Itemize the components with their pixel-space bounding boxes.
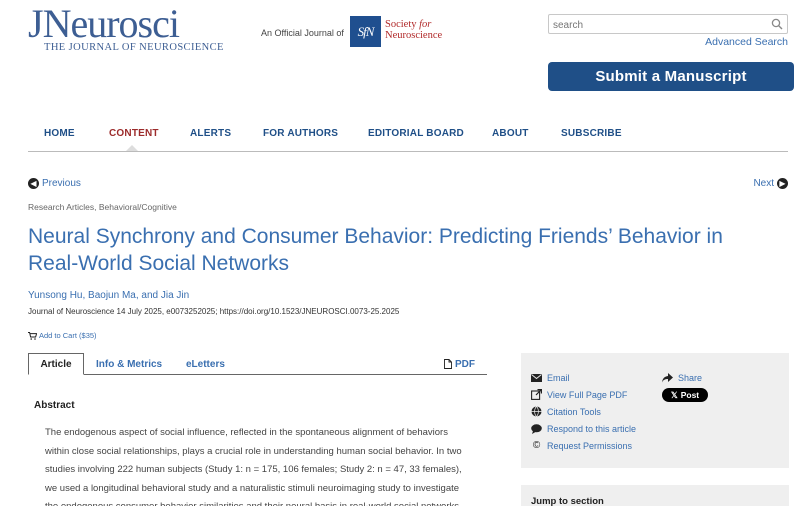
- nav-alerts[interactable]: ALERTS: [190, 128, 231, 139]
- share-link[interactable]: Share: [662, 372, 702, 383]
- jump-to-section-panel: Jump to section: [521, 485, 789, 506]
- society-word: Society: [385, 19, 417, 30]
- citation-tools-label: Citation Tools: [547, 406, 601, 417]
- abstract-line: studies involving 222 human subjects (St…: [45, 464, 462, 475]
- tab-article[interactable]: Article: [28, 353, 84, 375]
- request-permissions-link[interactable]: © Request Permissions: [531, 440, 632, 451]
- arrow-right-icon: ▶: [777, 178, 788, 189]
- tab-info-metrics[interactable]: Info & Metrics: [96, 353, 162, 375]
- abstract-line: within close social relationships, plays…: [45, 445, 462, 457]
- submit-manuscript-button[interactable]: Submit a Manuscript: [548, 62, 794, 91]
- x-post-button[interactable]: 𝕏 Post: [662, 388, 708, 402]
- advanced-search-link[interactable]: Advanced Search: [705, 36, 788, 48]
- tab-eletters[interactable]: eLetters: [186, 353, 225, 375]
- article-authors[interactable]: Yunsong Hu, Baojun Ma, and Jia Jin: [28, 290, 189, 301]
- previous-article-link[interactable]: ◀ Previous: [28, 178, 81, 189]
- society-neuroscience: Neuroscience: [385, 30, 443, 41]
- society-name[interactable]: Society for Neuroscience: [385, 19, 442, 41]
- article-citation: Journal of Neuroscience 14 July 2025, e0…: [28, 307, 400, 316]
- share-label: Share: [678, 372, 703, 383]
- pdf-document-icon: [444, 359, 452, 369]
- external-link-icon: [531, 389, 542, 400]
- cart-icon: [28, 331, 37, 340]
- nav-content[interactable]: CONTENT: [109, 128, 159, 139]
- nav-home[interactable]: HOME: [44, 128, 75, 139]
- active-nav-caret-icon: [126, 145, 138, 151]
- share-arrow-icon: [662, 372, 673, 383]
- next-article-link[interactable]: Next ▶: [753, 178, 788, 189]
- logo-subtitle: THE JOURNAL OF NEUROSCIENCE: [44, 42, 224, 53]
- logo-wordmark: JNeurosci: [28, 1, 180, 46]
- globe-icon: [531, 406, 542, 417]
- x-logo-icon: 𝕏: [670, 389, 678, 400]
- arrow-left-icon: ◀: [28, 178, 39, 189]
- jump-to-section-heading: Jump to section: [531, 496, 604, 506]
- abstract-line: the endogenous consumer behavior similar…: [45, 498, 477, 506]
- abstract-line: we used a longitudinal behavioral study …: [45, 482, 460, 494]
- journal-logo[interactable]: JNeurosci THE JOURNAL OF NEUROSCIENCE: [28, 1, 224, 54]
- search-input[interactable]: [549, 16, 767, 35]
- nav-for-authors[interactable]: FOR AUTHORS: [263, 128, 338, 139]
- main-nav: HOME CONTENT ALERTS FOR AUTHORS EDITORIA…: [28, 128, 788, 152]
- abstract-line: The endogenous aspect of social influenc…: [45, 427, 448, 438]
- citation-tools-link[interactable]: Citation Tools: [531, 406, 601, 417]
- sfn-logo-icon[interactable]: SfN: [350, 16, 381, 47]
- email-link[interactable]: Email: [531, 372, 570, 383]
- article-tabs: Article Info & Metrics eLetters PDF: [28, 353, 487, 375]
- tab-pdf[interactable]: PDF: [444, 353, 475, 375]
- permissions-label: Request Permissions: [547, 440, 633, 451]
- nav-subscribe[interactable]: SUBSCRIBE: [561, 128, 622, 139]
- next-label: Next: [753, 178, 774, 189]
- view-pdf-label: View Full Page PDF: [547, 389, 628, 400]
- speech-bubble-icon: [531, 423, 542, 434]
- cart-label: Add to Cart ($35): [39, 331, 97, 340]
- breadcrumb: Research Articles, Behavioral/Cognitive: [28, 202, 177, 212]
- abstract-heading: Abstract: [34, 400, 75, 411]
- nav-editorial-board[interactable]: EDITORIAL BOARD: [368, 128, 464, 139]
- copyright-icon: ©: [532, 440, 541, 451]
- pdf-label: PDF: [455, 358, 475, 370]
- envelope-icon: [531, 372, 542, 383]
- society-for: for: [419, 19, 432, 30]
- respond-label: Respond to this article: [547, 423, 637, 434]
- respond-link[interactable]: Respond to this article: [531, 423, 636, 434]
- email-label: Email: [547, 372, 570, 383]
- view-full-pdf-link[interactable]: View Full Page PDF: [531, 389, 627, 400]
- previous-label: Previous: [42, 178, 81, 189]
- article-tools-panel: Email Share View Full Page PDF 𝕏 Post Ci…: [521, 353, 789, 468]
- article-title: Neural Synchrony and Consumer Behavior: …: [28, 225, 723, 275]
- search-icon[interactable]: [771, 18, 783, 30]
- add-to-cart-link[interactable]: Add to Cart ($35): [28, 331, 97, 340]
- x-post-label: Post: [680, 390, 700, 400]
- search-box: [548, 14, 788, 35]
- official-journal-label: An Official Journal of: [261, 28, 344, 38]
- nav-about[interactable]: ABOUT: [492, 128, 529, 139]
- abstract-body: The endogenous aspect of social influenc…: [45, 424, 477, 506]
